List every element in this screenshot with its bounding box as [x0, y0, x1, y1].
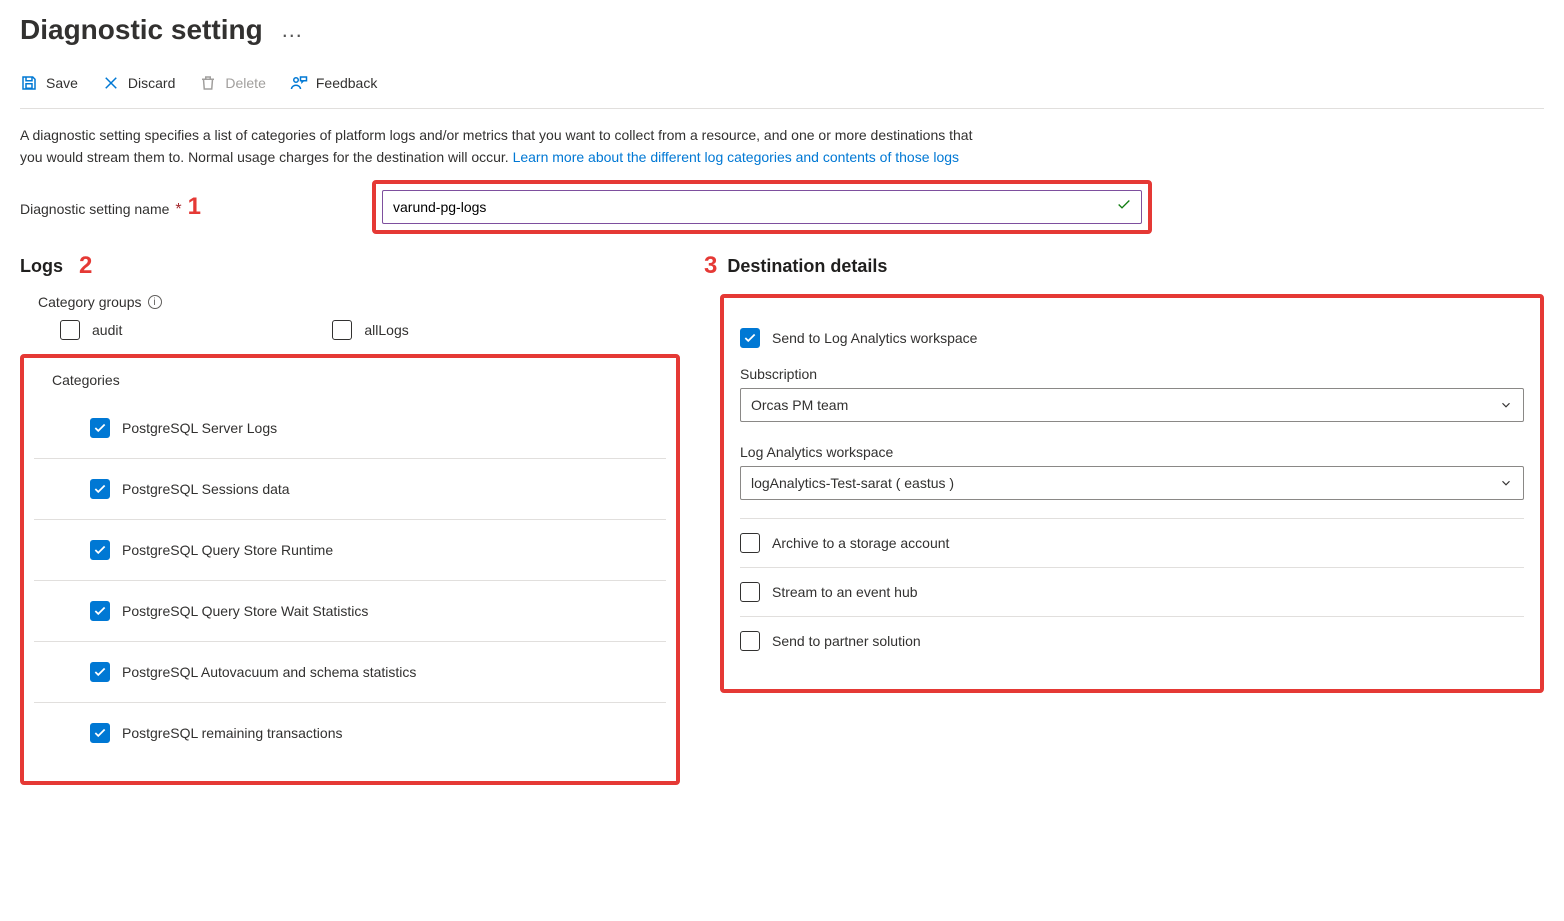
logs-heading: Logs 2 [20, 252, 680, 280]
checkbox-alllogs[interactable]: allLogs [332, 320, 408, 340]
save-button[interactable]: Save [20, 72, 78, 94]
toolbar: Save Discard Delete Feedback [20, 54, 1544, 109]
delete-button: Delete [199, 72, 265, 94]
name-field-label: Diagnostic setting name* 1 [20, 193, 360, 221]
category-item[interactable]: PostgreSQL Server Logs [34, 398, 666, 459]
checkbox-stream-eventhub[interactable]: Stream to an event hub [740, 582, 1524, 602]
category-item[interactable]: PostgreSQL Query Store Wait Statistics [34, 581, 666, 642]
workspace-select[interactable]: logAnalytics-Test-sarat ( eastus ) [740, 466, 1524, 500]
checkbox-icon[interactable] [90, 479, 110, 499]
discard-button[interactable]: Discard [102, 72, 175, 94]
learn-more-link[interactable]: Learn more about the different log categ… [513, 149, 959, 165]
checkbox-icon[interactable] [90, 662, 110, 682]
diagnostic-setting-name-input[interactable] [382, 190, 1142, 224]
checkbox-archive-storage[interactable]: Archive to a storage account [740, 533, 1524, 553]
annotation-3: 3 [704, 252, 717, 280]
more-actions-icon[interactable]: … [281, 17, 304, 43]
destination-heading: 3 Destination details [698, 252, 1544, 280]
annotation-2: 2 [79, 252, 92, 280]
category-item[interactable]: PostgreSQL remaining transactions [34, 703, 666, 763]
annotation-1: 1 [188, 193, 201, 221]
checkbox-icon [740, 328, 760, 348]
categories-label: Categories [52, 372, 666, 388]
subscription-select[interactable]: Orcas PM team [740, 388, 1524, 422]
trash-icon [199, 74, 217, 92]
category-groups-label: Category groups i [38, 294, 680, 310]
checkbox-audit[interactable]: audit [60, 320, 122, 340]
feedback-button[interactable]: Feedback [290, 72, 377, 94]
checkbox-icon[interactable] [90, 723, 110, 743]
category-item[interactable]: PostgreSQL Autovacuum and schema statist… [34, 642, 666, 703]
chevron-down-icon [1499, 476, 1513, 490]
annotation-box-1 [372, 180, 1152, 234]
checkbox-icon[interactable] [90, 601, 110, 621]
checkbox-icon[interactable] [90, 418, 110, 438]
person-feedback-icon [290, 74, 308, 92]
checkbox-partner-solution[interactable]: Send to partner solution [740, 631, 1524, 651]
checkbox-send-law[interactable]: Send to Log Analytics workspace [740, 328, 1524, 348]
info-icon[interactable]: i [148, 295, 162, 309]
chevron-down-icon [1499, 398, 1513, 412]
close-icon [102, 74, 120, 92]
subscription-label: Subscription [740, 366, 1524, 382]
page-title: Diagnostic setting … [20, 14, 1544, 46]
save-icon [20, 74, 38, 92]
checkbox-icon[interactable] [90, 540, 110, 560]
workspace-label: Log Analytics workspace [740, 444, 1524, 460]
description-text: A diagnostic setting specifies a list of… [20, 125, 980, 168]
category-item[interactable]: PostgreSQL Sessions data [34, 459, 666, 520]
category-item[interactable]: PostgreSQL Query Store Runtime [34, 520, 666, 581]
annotation-box-3: Send to Log Analytics workspace Subscrip… [720, 294, 1544, 693]
check-icon [1116, 197, 1132, 218]
annotation-box-2: Categories PostgreSQL Server Logs Postgr… [20, 354, 680, 785]
